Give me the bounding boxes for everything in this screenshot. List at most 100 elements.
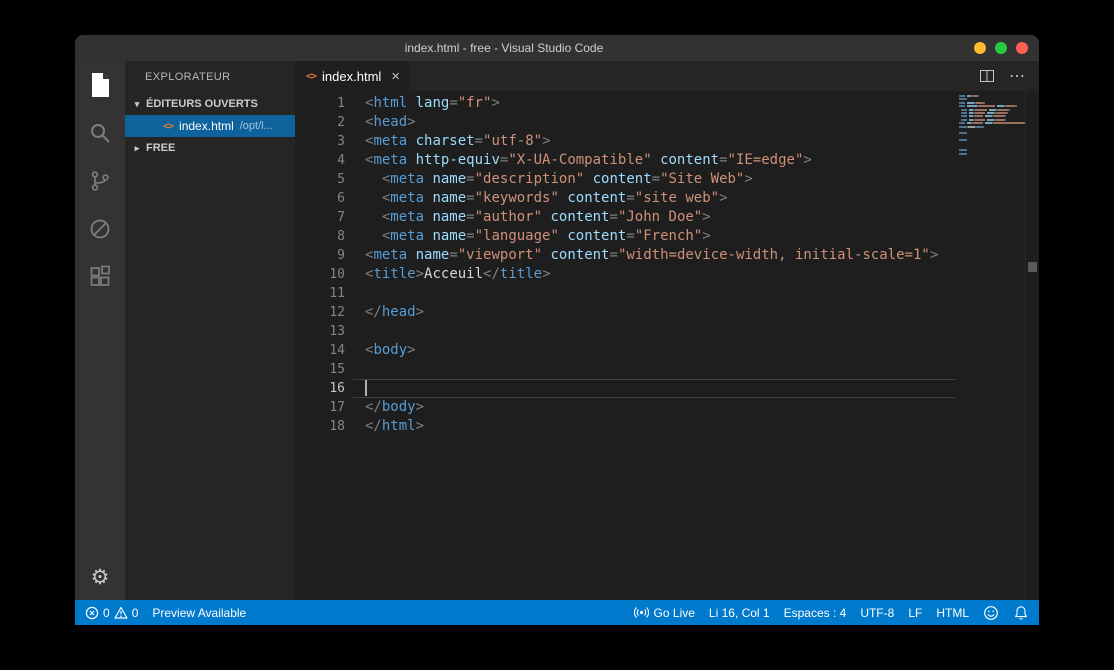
encoding-indicator[interactable]: UTF-8 <box>860 606 894 620</box>
files-icon <box>89 72 111 98</box>
warning-triangle-icon <box>114 606 128 619</box>
minimap-line <box>959 112 1023 114</box>
code-line-content: <meta name="viewport" content="width=dev… <box>365 246 938 265</box>
minimap-line <box>959 126 1023 128</box>
code-line-content: </head> <box>365 303 424 322</box>
minimap-line <box>959 146 1023 148</box>
minimap-line <box>959 132 1023 134</box>
desktop-background: index.html - free - Visual Studio Code <box>0 0 1114 670</box>
minimap[interactable] <box>955 91 1025 600</box>
tab-bar: <> index.html × ⋯ <box>295 61 1039 91</box>
source-control-icon[interactable] <box>75 157 125 205</box>
vscode-window: index.html - free - Visual Studio Code <box>75 35 1039 625</box>
html-file-icon: <> <box>306 71 316 82</box>
code-line-content: <head> <box>365 113 416 132</box>
code-line-content: </html> <box>365 417 424 436</box>
tab-close-icon[interactable]: × <box>391 69 400 84</box>
error-circle-icon <box>85 606 99 620</box>
indentation-indicator[interactable]: Espaces : 4 <box>784 606 847 620</box>
cursor-position[interactable]: Li 16, Col 1 <box>709 606 770 620</box>
minimize-button[interactable] <box>974 42 986 54</box>
code-line[interactable]: 13 <box>295 322 955 341</box>
maximize-button[interactable] <box>995 42 1007 54</box>
problems-indicator[interactable]: 0 0 <box>85 606 138 620</box>
line-number: 10 <box>295 265 345 284</box>
code-line[interactable]: 15 <box>295 360 955 379</box>
activity-bar: ⚙ <box>75 61 125 600</box>
folder-section-header[interactable]: ▸ FREE <box>125 137 295 159</box>
html-file-icon: <> <box>163 121 173 132</box>
window-controls <box>974 42 1028 54</box>
code-line[interactable]: 10 <title>Acceuil</title> <box>295 265 955 284</box>
minimap-line <box>959 119 1023 121</box>
code-line[interactable]: 12 </head> <box>295 303 955 322</box>
code-line[interactable]: 2 <head> <box>295 113 955 132</box>
notifications-bell-icon[interactable] <box>1013 605 1029 621</box>
line-number: 8 <box>295 227 345 246</box>
search-icon[interactable] <box>75 109 125 157</box>
close-button[interactable] <box>1016 42 1028 54</box>
line-number: 7 <box>295 208 345 227</box>
settings-gear-icon[interactable]: ⚙ <box>91 567 110 588</box>
minimap-line <box>959 95 1023 97</box>
code-line[interactable]: 17 </body> <box>295 398 955 417</box>
code-line[interactable]: 9<meta name="viewport" content="width=de… <box>295 246 955 265</box>
feedback-smiley-icon[interactable] <box>983 605 999 621</box>
split-editor-icon[interactable] <box>979 68 995 84</box>
more-actions-icon[interactable]: ⋯ <box>1009 66 1025 86</box>
error-count: 0 <box>103 606 110 620</box>
minimap-line <box>959 153 1023 155</box>
minimap-line <box>959 139 1023 141</box>
line-number: 6 <box>295 189 345 208</box>
code-line-content: <meta http-equiv="X-UA-Compatible" conte… <box>365 151 812 170</box>
code-line[interactable]: 3<meta charset="utf-8"> <box>295 132 955 151</box>
code-line[interactable]: 6 <meta name="keywords" content="site we… <box>295 189 955 208</box>
title-bar[interactable]: index.html - free - Visual Studio Code <box>75 35 1039 61</box>
go-live-button[interactable]: Go Live <box>634 605 695 620</box>
preview-available-button[interactable]: Preview Available <box>152 606 246 620</box>
extensions-icon[interactable] <box>75 253 125 301</box>
code-line-content: </body> <box>365 398 424 417</box>
line-number: 12 <box>295 303 345 322</box>
window-title: index.html - free - Visual Studio Code <box>405 41 604 55</box>
code-line[interactable]: 1<html lang="fr"> <box>295 94 955 113</box>
code-line-content: <meta name="author" content="John Doe"> <box>365 208 711 227</box>
status-bar-right: Go Live Li 16, Col 1 Espaces : 4 UTF-8 L… <box>634 605 1029 621</box>
text-cursor <box>365 380 367 396</box>
tab-index-html[interactable]: <> index.html × <box>295 61 409 91</box>
code-line[interactable]: 5 <meta name="description" content="Site… <box>295 170 955 189</box>
eol-indicator[interactable]: LF <box>908 606 922 620</box>
line-number: 3 <box>295 132 345 151</box>
code-line-content: <title>Acceuil</title> <box>365 265 551 284</box>
explorer-icon[interactable] <box>75 61 125 109</box>
open-editors-section-header[interactable]: ▾ ÉDITEURS OUVERTS <box>125 93 295 115</box>
code-line[interactable]: 11 <box>295 284 955 303</box>
open-editor-item[interactable]: <> index.html /opt/l... <box>125 115 295 137</box>
minimap-line <box>959 102 1023 104</box>
minimap-line <box>959 105 1023 107</box>
code-line-content <box>365 379 367 398</box>
warning-count: 0 <box>132 606 139 620</box>
sidebar-explorer: EXPLORATEUR ▾ ÉDITEURS OUVERTS <> index.… <box>125 61 295 600</box>
code-line-content: <body> <box>365 341 416 360</box>
code-line[interactable]: 4<meta http-equiv="X-UA-Compatible" cont… <box>295 151 955 170</box>
minimap-line <box>959 149 1023 151</box>
minimap-line <box>959 98 1023 100</box>
code-line[interactable]: 7 <meta name="author" content="John Doe"… <box>295 208 955 227</box>
language-mode[interactable]: HTML <box>936 606 969 620</box>
code-line[interactable]: 16 <box>295 379 955 398</box>
debug-icon[interactable] <box>75 205 125 253</box>
open-editors-label: ÉDITEURS OUVERTS <box>146 98 258 110</box>
line-number: 17 <box>295 398 345 417</box>
code-editor[interactable]: 1<html lang="fr">2 <head>3<meta charset="… <box>295 91 955 600</box>
workspace-folder-name: FREE <box>146 142 175 154</box>
code-line[interactable]: 18</html> <box>295 417 955 436</box>
code-line[interactable]: 14 <body> <box>295 341 955 360</box>
line-number: 2 <box>295 113 345 132</box>
editor-scrollbar[interactable] <box>1025 91 1039 600</box>
code-line[interactable]: 8 <meta name="language" content="French"… <box>295 227 955 246</box>
code-line-content: <meta name="description" content="Site W… <box>365 170 753 189</box>
editor-actions: ⋯ <box>979 61 1039 91</box>
line-number: 14 <box>295 341 345 360</box>
code-line-content: <meta name="keywords" content="site web"… <box>365 189 728 208</box>
